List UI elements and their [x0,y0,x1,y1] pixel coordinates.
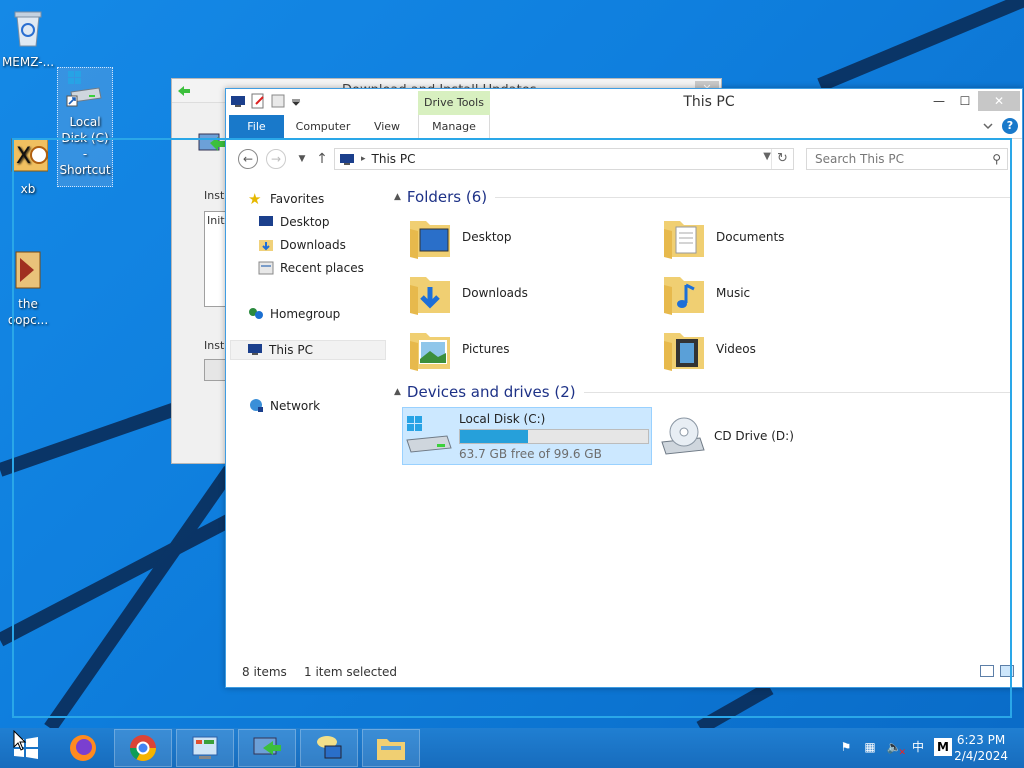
taskbar-chrome[interactable] [114,729,172,767]
ribbon-tabs: File Computer View Manage ? [226,115,1022,139]
close-button[interactable]: ✕ [978,91,1020,111]
desktop-icon-label: MEMZ-... [1,55,55,69]
clock-date: 2/4/2024 [954,749,1008,763]
minimize-button[interactable]: — [926,91,952,111]
window-title: This PC [683,94,735,110]
taskbar-file-explorer[interactable] [362,729,420,767]
ime-language-indicator[interactable]: 中 [910,738,926,756]
tab-file[interactable]: File [229,115,284,139]
mouse-cursor-icon [13,730,27,751]
ribbon-right-controls: ? [982,118,1018,134]
window-controls: — ☐ ✕ [926,91,1020,111]
firefox-icon [70,735,96,761]
tab-manage[interactable]: Manage [418,115,490,139]
tab-view[interactable]: View [364,115,410,139]
action-center-flag-icon[interactable]: ⚑ [838,738,854,756]
remote-desktop-icon [317,736,342,759]
system-tray: ⚑ ▦ 🔈 ✕ 中 M [838,738,952,758]
help-icon[interactable]: ? [1002,118,1018,134]
tab-computer[interactable]: Computer [288,115,358,139]
desktop-icon-recycle-bin[interactable]: MEMZ-... [0,8,56,70]
network-status-icon[interactable]: ▦ [862,738,878,756]
file-explorer-icon [377,739,405,760]
taskbar-windows-update[interactable] [238,729,296,767]
taskbar-remote-app[interactable] [300,729,358,767]
volume-muted-icon[interactable]: 🔈 ✕ [886,738,906,758]
windows-update-icon [253,737,281,755]
control-panel-icon [192,736,218,759]
recycle-bin-icon [14,11,42,47]
expand-ribbon-chevron-icon[interactable] [982,120,994,132]
taskbar-control-panel[interactable] [176,729,234,767]
clock-time: 6:23 PM [956,733,1006,747]
hard-drive-shortcut-icon [66,71,102,107]
taskbar: ⚑ ▦ 🔈 ✕ 中 M 6:23 PM 2/4/2024 [0,728,1024,768]
explorer-titlebar[interactable]: Drive Tools This PC — ☐ ✕ [226,89,1022,115]
selection-rectangle [12,138,1012,718]
ime-mode-indicator[interactable]: M [934,738,952,756]
taskbar-firefox[interactable] [54,729,112,767]
chrome-icon [129,735,157,762]
update-arrows-icon [178,86,190,96]
taskbar-clock[interactable]: 6:23 PM 2/4/2024 [954,732,1008,764]
maximize-button[interactable]: ☐ [952,91,978,111]
